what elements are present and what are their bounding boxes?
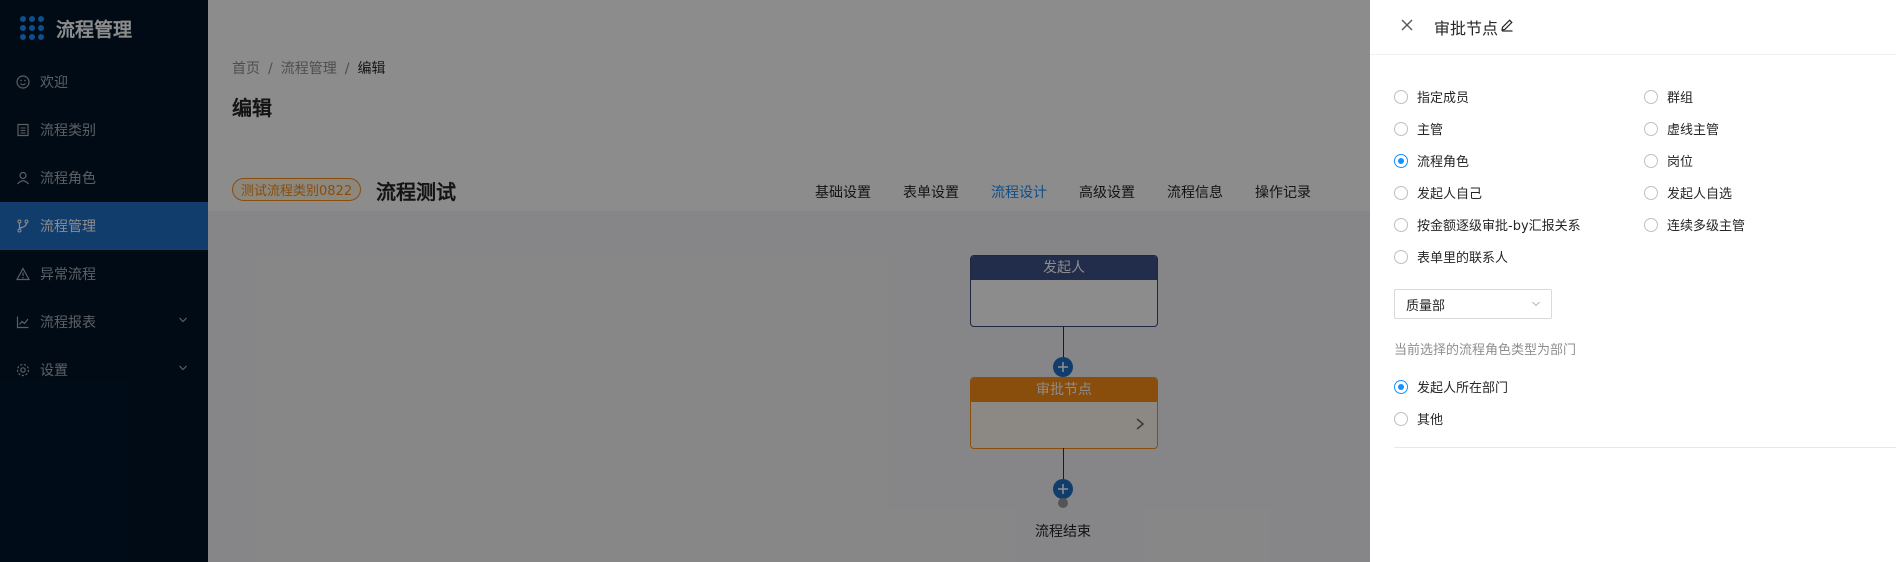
radio-flow-role[interactable]: 流程角色 bbox=[1394, 151, 1469, 170]
drawer-mask[interactable] bbox=[0, 0, 1370, 562]
radio-group[interactable]: 群组 bbox=[1644, 87, 1693, 106]
drawer-header: 审批节点 bbox=[1370, 0, 1896, 55]
role-select[interactable]: 质量部 bbox=[1394, 289, 1552, 319]
edit-icon[interactable] bbox=[1500, 18, 1514, 32]
divider bbox=[1394, 447, 1896, 448]
radio-multi-level-supervisor[interactable]: 连续多级主管 bbox=[1644, 215, 1745, 234]
radio-other[interactable]: 其他 bbox=[1394, 409, 1443, 428]
role-select-value: 质量部 bbox=[1406, 299, 1446, 314]
chevron-down-icon bbox=[1532, 301, 1540, 307]
radio-initiator-self[interactable]: 发起人自己 bbox=[1394, 183, 1482, 202]
radio-amount-approval[interactable]: 按金额逐级审批-by汇报关系 bbox=[1394, 215, 1581, 234]
drawer-title: 审批节点 bbox=[1434, 19, 1499, 38]
role-type-hint: 当前选择的流程角色类型为部门 bbox=[1394, 343, 1577, 358]
close-icon[interactable] bbox=[1400, 18, 1414, 32]
approval-node-drawer: 审批节点 指定成员 主管 流程角色 发起人自己 按金额逐级审批-by汇报关系 表… bbox=[1370, 0, 1896, 562]
radio-form-contact[interactable]: 表单里的联系人 bbox=[1394, 247, 1508, 266]
radio-supervisor[interactable]: 主管 bbox=[1394, 119, 1443, 138]
radio-dotted-line-supervisor[interactable]: 虚线主管 bbox=[1644, 119, 1719, 138]
radio-position[interactable]: 岗位 bbox=[1644, 151, 1693, 170]
radio-initiator-choose[interactable]: 发起人自选 bbox=[1644, 183, 1732, 202]
radio-assigned-member[interactable]: 指定成员 bbox=[1394, 87, 1469, 106]
radio-initiator-department[interactable]: 发起人所在部门 bbox=[1394, 377, 1508, 396]
